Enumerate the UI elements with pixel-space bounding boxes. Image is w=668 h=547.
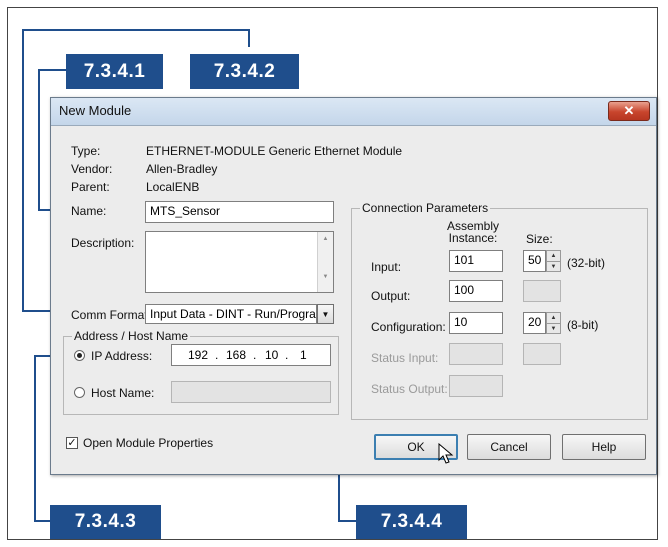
chevron-up-icon[interactable]: ▲ [547,251,560,261]
configuration-label: Configuration: [371,320,446,334]
scroll-up-icon[interactable]: ▲ [318,236,333,242]
connection-parameters-title: Connection Parameters [360,201,491,215]
output-label: Output: [371,289,411,303]
type-label: Type: [71,144,101,158]
chevron-up-icon[interactable]: ▲ [547,313,560,323]
input-instance-field[interactable]: 101 [449,250,503,272]
close-icon: ✕ [623,103,635,118]
scroll-down-icon[interactable]: ▼ [318,274,333,280]
callout-line [38,69,68,71]
input-label: Input: [371,260,402,274]
configuration-instance-field[interactable]: 10 [449,312,503,334]
type-value: ETHERNET-MODULE Generic Ethernet Module [146,144,403,158]
callout-line [34,355,36,521]
ip-dot: . [253,348,257,362]
callout-line [22,29,24,311]
chevron-down-icon[interactable]: ▼ [547,261,560,271]
configuration-size-field[interactable]: 20 [523,312,546,334]
chevron-down-icon[interactable]: ▼ [547,323,560,333]
host-name-radio[interactable] [74,387,85,398]
close-button[interactable]: ✕ [608,101,650,121]
help-button[interactable]: Help [562,434,646,460]
callout-line [38,69,40,210]
status-input-size-field[interactable] [523,343,561,365]
status-input-label: Status Input: [371,351,439,365]
dialog-title: New Module [59,103,132,118]
address-group-title: Address / Host Name [72,329,191,343]
open-module-properties-checkbox[interactable]: ✓ [66,437,78,449]
size-header: Size: [526,232,553,246]
description-label: Description: [71,236,135,250]
status-input-instance-field[interactable] [449,343,503,365]
callout-7-3-4-1: 7.3.4.1 [66,54,163,89]
input-size-unit: (32-bit) [567,256,606,270]
callout-line [22,29,249,31]
comm-format-select[interactable]: Input Data - DINT - Run/Program [145,304,317,324]
ip-address-label: IP Address: [91,349,153,363]
title-bar[interactable]: New Module ✕ [51,98,656,126]
mouse-cursor-icon [438,443,454,464]
callout-7-3-4-3: 7.3.4.3 [50,505,161,539]
assembly-instance-header: Assembly Instance: [447,219,500,245]
ip-address-input[interactable]: 192 . 168 . 10 . 1 [171,344,331,366]
status-output-label: Status Output: [371,382,448,396]
ip-address-radio[interactable] [74,350,85,361]
output-size-field[interactable] [523,280,561,302]
parent-label: Parent: [71,180,110,194]
cancel-button[interactable]: Cancel [467,434,551,460]
configuration-size-unit: (8-bit) [567,318,599,332]
configuration-size-stepper[interactable]: ▲ ▼ [546,312,561,334]
output-instance-field[interactable]: 100 [449,280,503,302]
status-output-instance-field[interactable] [449,375,503,397]
host-name-label: Host Name: [91,386,155,400]
vendor-label: Vendor: [71,162,113,176]
callout-line [338,520,358,522]
parent-value: LocalENB [146,180,200,194]
comm-format-label: Comm Format: [71,308,152,322]
open-module-properties-label: Open Module Properties [83,436,214,450]
description-textarea[interactable] [145,231,334,293]
name-input[interactable]: MTS_Sensor [145,201,334,223]
description-scrollbar[interactable]: ▲ ▼ [317,232,333,292]
ip-octet-4: 1 [300,348,307,362]
input-size-field[interactable]: 50 [523,250,546,272]
callout-7-3-4-2: 7.3.4.2 [190,54,299,89]
input-size-stepper[interactable]: ▲ ▼ [546,250,561,272]
ip-octet-3: 10 [265,348,279,362]
ip-dot: . [285,348,289,362]
ip-dot: . [215,348,219,362]
name-label: Name: [71,204,107,218]
comm-format-dropdown-button[interactable]: ▼ [317,304,334,324]
ip-octet-1: 192 [188,348,209,362]
callout-line [248,29,250,47]
ip-octet-2: 168 [226,348,247,362]
new-module-dialog: New Module ✕ Type: ETHERNET-MODULE Gener… [50,97,657,475]
chevron-down-icon: ▼ [321,309,330,319]
vendor-value: Allen-Bradley [146,162,218,176]
host-name-input[interactable] [171,381,331,403]
callout-7-3-4-4: 7.3.4.4 [356,505,467,539]
